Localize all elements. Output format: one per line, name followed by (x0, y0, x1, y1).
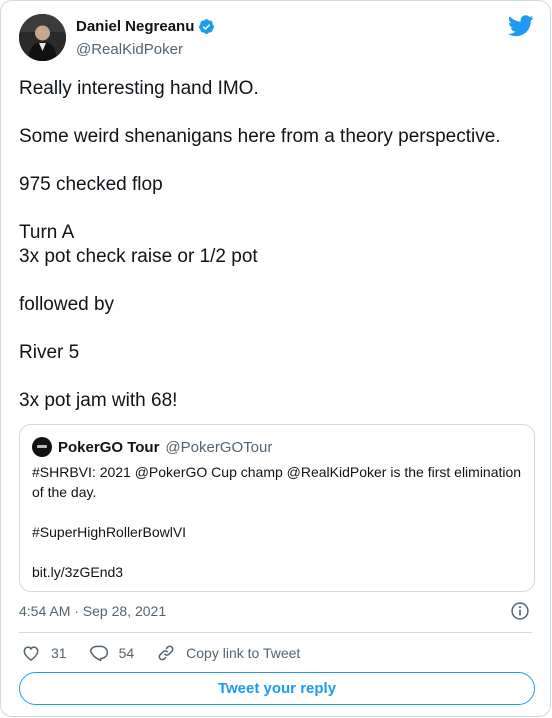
like-count: 31 (51, 645, 67, 661)
like-button[interactable]: 31 (21, 643, 67, 663)
twitter-bird-icon[interactable] (508, 15, 534, 37)
info-icon[interactable] (510, 601, 530, 621)
tweet-text: Really interesting hand IMO. Some weird … (19, 77, 539, 437)
avatar-image (19, 14, 66, 61)
author-handle[interactable]: @RealKidPoker (76, 41, 183, 58)
divider (19, 632, 532, 633)
quoted-tweet-body: #SHRBVI: 2021 @PokerGO Cup champ @RealKi… (32, 462, 522, 582)
avatar[interactable] (19, 14, 66, 61)
speech-bubble-icon (89, 645, 108, 662)
reply-count: 54 (118, 645, 135, 661)
tweet-timestamp[interactable]: 4:54 AM · Sep 28, 2021 (19, 603, 166, 619)
heart-icon (23, 646, 39, 661)
link-icon (158, 645, 174, 661)
tweet-paragraph: Turn A 3x pot check raise or 1/2 pot (19, 222, 258, 267)
tweet-paragraph: 3x pot jam with 68! (19, 390, 178, 411)
tweet-card: Daniel Negreanu @RealKidPoker Really int… (0, 0, 551, 717)
verified-badge-icon (198, 18, 215, 35)
tweet-paragraph: followed by (19, 294, 115, 315)
quoted-hashtag: #SuperHighRollerBowlVI (32, 524, 187, 540)
author-display-name[interactable]: Daniel Negreanu (76, 18, 194, 35)
copy-link-label: Copy link to Tweet (186, 645, 301, 661)
reply-button[interactable]: 54 (89, 643, 135, 663)
quoted-text: #SHRBVI: 2021 @PokerGO Cup champ @RealKi… (32, 464, 522, 500)
quoted-tweet-header: PokerGO Tour @PokerGOTour (32, 437, 272, 457)
author-name-row: Daniel Negreanu (76, 18, 215, 35)
quoted-link: bit.ly/3zGEnd3 (32, 564, 124, 580)
tweet-paragraph: Really interesting hand IMO. (19, 78, 259, 99)
tweet-your-reply-button[interactable]: Tweet your reply (19, 672, 535, 705)
tweet-paragraph: Some weird shenanigans here from a theor… (19, 126, 501, 147)
tweet-paragraph: River 5 (19, 342, 80, 363)
quoted-tweet[interactable]: PokerGO Tour @PokerGOTour #SHRBVI: 2021 … (19, 424, 535, 592)
copy-link-button[interactable]: Copy link to Tweet (156, 643, 300, 663)
quoted-handle: @PokerGOTour (165, 438, 273, 456)
tweet-actions: 31 54 Copy link to Tweet (21, 642, 322, 664)
tweet-paragraph: 975 checked flop (19, 174, 163, 195)
quoted-avatar (32, 437, 52, 457)
quoted-display-name: PokerGO Tour (58, 438, 160, 456)
